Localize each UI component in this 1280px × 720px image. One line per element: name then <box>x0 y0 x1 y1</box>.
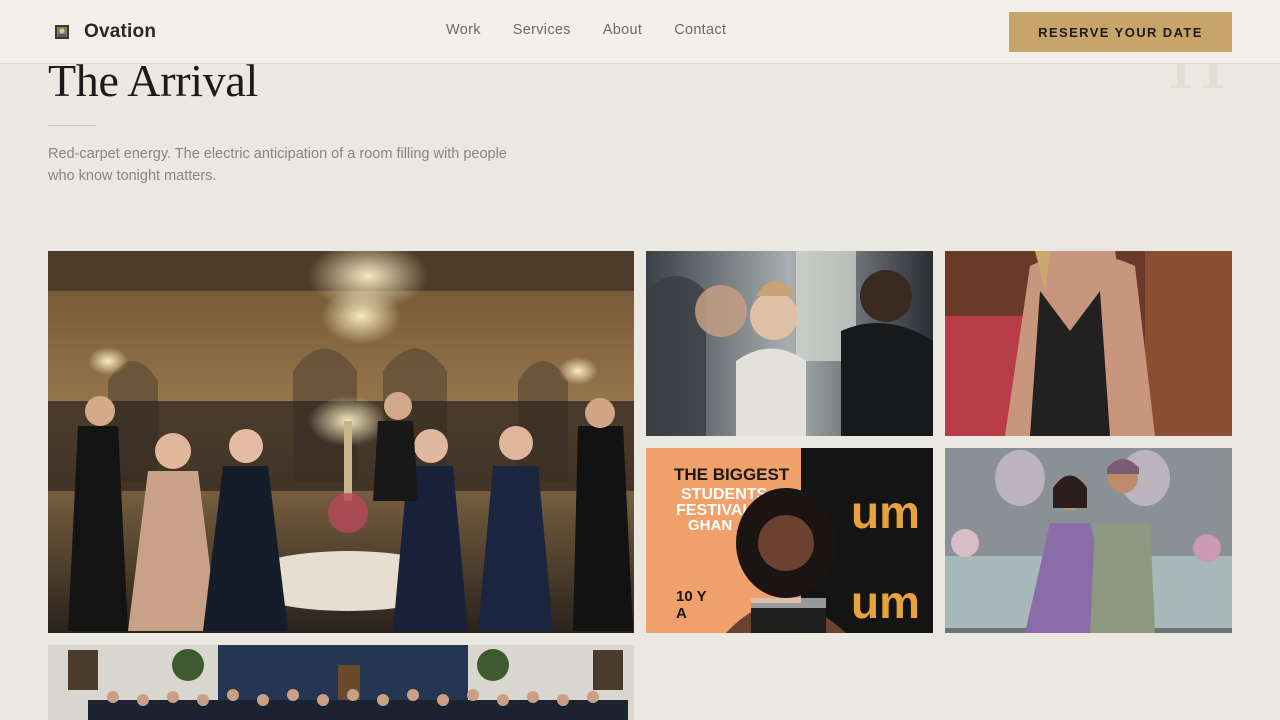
banner-line-4: GHAN <box>688 517 732 534</box>
main-nav: Work Services About Contact <box>446 22 726 38</box>
photo-group-formal[interactable] <box>48 645 634 720</box>
nav-contact[interactable]: Contact <box>674 22 726 38</box>
backdrop-logo-top: um <box>851 486 920 538</box>
banner-line-1: THE BIGGEST <box>674 465 790 484</box>
site-header: Ovation Work Services About Contact RESE… <box>0 0 1280 64</box>
reserve-date-button[interactable]: RESERVE YOUR DATE <box>1009 12 1232 52</box>
photo-guests-reflection[interactable] <box>646 251 933 436</box>
festival-photo-image: THE BIGGEST STUDENTS FESTIVAL GHAN 10 Y … <box>646 448 933 633</box>
photo-wedding-couple[interactable] <box>945 448 1232 633</box>
nav-work[interactable]: Work <box>446 22 481 38</box>
banner-sub-2: A <box>676 605 687 622</box>
photo-ballroom-applause[interactable] <box>48 251 634 633</box>
logo-link[interactable]: Ovation <box>54 20 156 44</box>
logo-icon <box>55 25 69 39</box>
banner-sub: 10 Y <box>676 588 707 605</box>
wedding-photo-image <box>945 448 1232 633</box>
nav-services[interactable]: Services <box>513 22 571 38</box>
dress-photo-image <box>945 251 1232 436</box>
group-photo-image <box>48 645 634 720</box>
section-description: Red-carpet energy. The electric anticipa… <box>48 146 507 184</box>
photo-festival-guest[interactable]: THE BIGGEST STUDENTS FESTIVAL GHAN 10 Y … <box>646 448 933 633</box>
backdrop-logo-bottom: um <box>851 576 920 628</box>
guests-photo-image <box>646 251 933 436</box>
brand-name: Ovation <box>84 21 157 42</box>
nav-about[interactable]: About <box>603 22 642 38</box>
photo-black-dress[interactable] <box>945 251 1232 436</box>
ballroom-photo-image <box>48 251 634 633</box>
title-divider <box>48 125 96 126</box>
